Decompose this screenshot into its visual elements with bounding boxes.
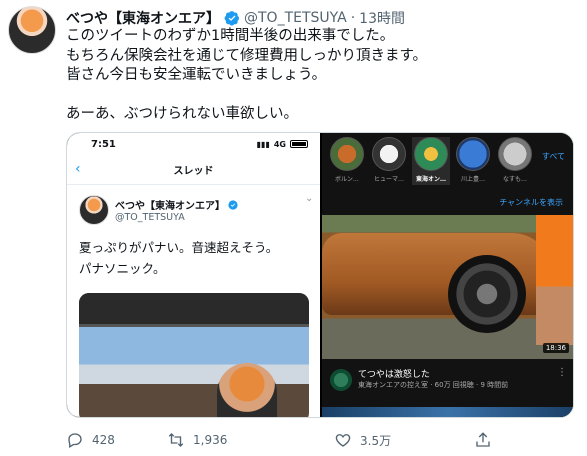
channel-item-active: 東海オン… (412, 137, 450, 185)
youtube-screenshot[interactable]: ボルン… ヒューマ… 東海オン… 川上豊… なすも… すべて チャンネルを表示 (322, 133, 573, 417)
author-handle[interactable]: @TO_TETSUYA (244, 10, 347, 26)
share-button[interactable] (474, 431, 492, 449)
reply-button[interactable]: 428 (66, 431, 115, 449)
channel-item: なすも… (496, 137, 534, 185)
car-wheel-shape (448, 255, 526, 333)
youtube-channel-row: ボルン… ヒューマ… 東海オン… 川上豊… なすも… (322, 133, 573, 189)
channel-item: ヒューマ… (370, 137, 408, 185)
channel-label: ヒューマ… (373, 176, 404, 183)
battery-icon (290, 140, 308, 148)
verified-badge-icon (224, 11, 239, 26)
phone-network: 4G (273, 139, 286, 149)
like-button[interactable]: 3.5万 (334, 431, 391, 449)
retweet-icon (168, 433, 184, 447)
channel-avatar (372, 137, 406, 171)
author-avatar[interactable] (8, 6, 56, 54)
back-chevron-icon: ‹ (75, 161, 81, 177)
heart-icon (335, 434, 351, 447)
phone-status-bar: 7:51 ▮▮▮ 4G (67, 133, 320, 155)
phone-author-avatar (79, 195, 109, 225)
channel-item: ボルン… (328, 137, 366, 185)
tweet-timestamp[interactable]: 13時間 (359, 8, 405, 28)
like-count: 3.5万 (360, 433, 392, 448)
share-icon (476, 432, 490, 447)
video-more-icon: ⋮ (557, 367, 567, 378)
signal-icon: ▮▮▮ (256, 139, 270, 149)
video-meta: 東海オンエアの控え室 · 60万 回視聴 · 9 時間前 (358, 381, 509, 389)
phone-nav-title: スレッド (173, 166, 214, 177)
phone-screenshot[interactable]: 7:51 ▮▮▮ 4G ‹ スレッド べつや【東海オンエア】 @TO_TETSU… (67, 133, 320, 417)
channel-avatar (456, 137, 490, 171)
channel-label: なすも… (502, 176, 527, 183)
tweet-text: このツイートのわずか1時間半後の出来事でした。 もちろん保険会社を通じて修理費用… (66, 28, 428, 122)
phone-verified-icon (228, 199, 238, 210)
tweet-header: べつや【東海オンエア】 @TO_TETSUYA · 13時間 (66, 8, 405, 28)
phone-nav-bar: ‹ スレッド (67, 155, 320, 185)
youtube-video-thumbnail: 18:36 (322, 215, 573, 359)
tweet-actions: 428 1,936 3.5万 (66, 428, 496, 452)
channel-avatar (414, 137, 448, 171)
channel-label: 東海オン… (415, 176, 446, 183)
channel-avatar (498, 137, 532, 171)
youtube-channel-link: チャンネルを表示 (499, 198, 563, 207)
tweet-media[interactable]: 7:51 ▮▮▮ 4G ‹ スレッド べつや【東海オンエア】 @TO_TETSU… (66, 132, 574, 418)
channel-label: 川上豊… (460, 176, 485, 183)
video-duration: 18:36 (542, 343, 569, 353)
phone-author-handle: @TO_TETSUYA (115, 212, 185, 223)
channel-label: ボルン… (335, 176, 359, 183)
phone-author-name: べつや【東海オンエア】 (115, 201, 225, 212)
car-roof-shape (79, 293, 309, 327)
retweet-count: 1,936 (193, 433, 228, 447)
author-name[interactable]: べつや【東海オンエア】 (66, 8, 220, 28)
video-channel-avatar (330, 369, 352, 391)
reply-count: 428 (92, 433, 115, 447)
phone-more-icon: ⌄ (305, 193, 314, 204)
driver-figure (217, 363, 277, 417)
channel-avatar (330, 137, 364, 171)
phone-author-name-row: べつや【東海オンエア】 (115, 197, 238, 212)
youtube-all-link: すべて (541, 152, 565, 161)
phone-tweet-text: 夏っぷりがパナい。音速超えそう。 パナソニック。 (79, 240, 279, 276)
video-title: てつやは激怒した (358, 370, 430, 380)
retweet-button[interactable]: 1,936 (167, 431, 227, 449)
phone-time: 7:51 (91, 138, 116, 150)
reply-icon (68, 433, 82, 448)
phone-status-icons: ▮▮▮ 4G (257, 140, 308, 149)
person-legs-shape (536, 215, 573, 345)
phone-tweet-photo (79, 293, 309, 417)
youtube-bottom-strip (322, 407, 573, 417)
meta-separator: · (350, 10, 356, 26)
channel-item: 川上豊… (454, 137, 492, 185)
